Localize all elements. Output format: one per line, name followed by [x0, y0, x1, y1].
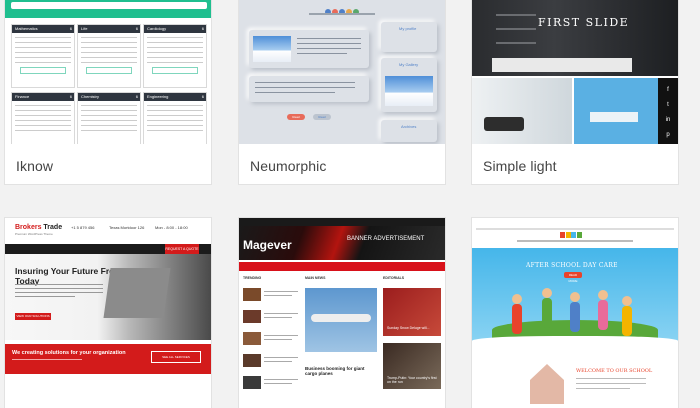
contact-hours: Mon - 8:00 - 18:00: [155, 225, 188, 230]
top-bar: [239, 218, 445, 226]
pinterest-icon[interactable]: p: [658, 132, 678, 138]
welcome-title: WELCOME TO OUR SCHOOL: [576, 368, 653, 374]
services-button: SEE ALL SERVICES: [151, 351, 201, 363]
editorial-caption: Sunday Snow Deluge will...: [387, 326, 430, 330]
category-box: Engineering 6: [143, 92, 207, 144]
kid-illustration: [570, 292, 580, 332]
house-illustration: [530, 364, 564, 404]
category-box: Finance 6: [11, 92, 75, 144]
tagline: Premium WordPress Theme: [15, 232, 53, 236]
contact-phone: +1 5 879 456: [71, 225, 95, 230]
theme-card-simple-light[interactable]: FIRST SLIDE f t in p Simple light: [472, 0, 678, 184]
column-heading: TRENDING: [243, 276, 262, 280]
theme-preview-magever[interactable]: Magever BANNER ADVERTISEMENT HOME LIFESTY…: [239, 218, 445, 408]
theme-preview-simple-light[interactable]: FIRST SLIDE f t in p: [472, 0, 678, 144]
quote-button: REQUEST A QUOTE: [165, 244, 199, 254]
post-panel: [249, 76, 369, 102]
chair: [590, 112, 638, 122]
nav-bar: HOME LIFESTYLE SPORTS FASHION TECH TRAVEL VIDE…: [239, 262, 445, 276]
column-heading: EDITORIALS: [383, 276, 405, 280]
hero-button: VIEW OUR SOLUTIONS: [15, 313, 51, 320]
site-logo: Brokers Trade: [15, 224, 63, 231]
theme-card-kids[interactable]: AFTER SCHOOL DAY CARE READ MORE WELCOME …: [472, 218, 678, 408]
editorial-caption: Trump-Putin: Your country's first on the…: [387, 376, 437, 384]
header-bar: [5, 0, 211, 18]
hero-title: AFTER SCHOOL DAY CARE: [526, 262, 618, 269]
theme-card-iknow[interactable]: Mathematics 6 Life 6 Cardiology 6 Finance 6 …: [5, 0, 211, 184]
hero-button: READ MORE: [564, 272, 582, 283]
category-box: Chemistry 6: [77, 92, 141, 144]
read-button: Read: [313, 114, 331, 120]
nav-bar: [309, 13, 375, 15]
logo-dots: [325, 2, 360, 20]
post-image: [253, 36, 291, 62]
social-bar: f t in p: [658, 78, 678, 144]
sofa: [484, 117, 524, 131]
theme-preview-neumorphic[interactable]: Read Read My profile My Gallery Archives: [239, 0, 445, 144]
kid-illustration: [622, 296, 632, 336]
laptop-photo: [103, 268, 171, 318]
twitter-icon[interactable]: t: [658, 102, 678, 108]
kid-illustration: [512, 294, 522, 334]
interior-photo: [472, 78, 572, 144]
header-banner: Magever BANNER ADVERTISEMENT: [239, 226, 445, 260]
theme-preview-kids[interactable]: AFTER SCHOOL DAY CARE READ MORE WELCOME …: [472, 218, 678, 408]
theme-name[interactable]: Iknow: [16, 158, 53, 174]
category-box: Cardiology 6: [143, 24, 207, 88]
theme-preview-brokers-trade[interactable]: Brokers Trade Premium WordPress Theme +1…: [5, 218, 211, 408]
read-button: Read: [287, 114, 305, 120]
banner-ad: BANNER ADVERTISEMENT: [347, 236, 425, 242]
airplane-photo: [305, 288, 377, 352]
solutions-band: We creating solutions for your organizat…: [5, 344, 211, 374]
column-heading: MAIN NEWS: [305, 276, 326, 280]
kid-illustration: [542, 288, 552, 328]
category-box: Mathematics 6: [11, 24, 75, 88]
theme-card-brokers-trade[interactable]: Brokers Trade Premium WordPress Theme +1…: [5, 218, 211, 408]
contact-address: Texas Mortdoor 126: [109, 225, 145, 230]
cloud-divider: [472, 336, 678, 348]
gallery-image: [385, 76, 433, 106]
theme-name[interactable]: Neumorphic: [250, 158, 326, 174]
theme-card-neumorphic[interactable]: Read Read My profile My Gallery Archives…: [239, 0, 445, 184]
facebook-icon[interactable]: f: [658, 87, 678, 93]
nav-bar: [517, 240, 633, 242]
theme-card-magever[interactable]: Magever BANNER ADVERTISEMENT HOME LIFESTY…: [239, 218, 445, 408]
slide-title: FIRST SLIDE: [538, 16, 630, 29]
cabinet: [492, 58, 632, 72]
linkedin-icon[interactable]: in: [658, 117, 678, 123]
nav-bar: HOMEABOUT USSERVICESBLOGOUR SERVICESHOPC…: [5, 244, 211, 258]
band-title: We creating solutions for your organizat…: [12, 350, 126, 356]
theme-preview-iknow[interactable]: Mathematics 6 Life 6 Cardiology 6 Finance 6 …: [5, 0, 211, 144]
category-box: Life 6: [77, 24, 141, 88]
search-input: [11, 2, 207, 9]
theme-name[interactable]: Simple light: [483, 158, 557, 174]
main-news-title: Business booming for giant cargo planes: [305, 366, 365, 376]
site-logo: Magever: [243, 238, 292, 252]
kid-illustration: [598, 290, 608, 330]
